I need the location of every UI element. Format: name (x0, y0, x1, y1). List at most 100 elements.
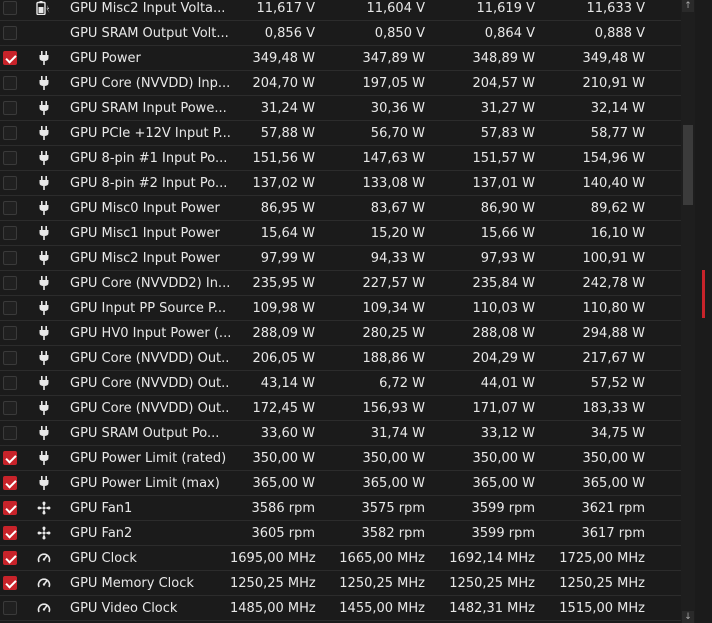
sensor-value-v4: 3617 rpm (581, 525, 645, 541)
row-checkbox-cell[interactable] (0, 526, 34, 540)
table-row[interactable]: GPU SRAM Output Po... 33,60 W 31,74 W 33,12… (0, 421, 695, 446)
sensor-value-v3: 0,864 V (484, 25, 535, 41)
table-row[interactable]: GPU Memory Clock 1250,25 MHz 1250,25 MHz 12… (0, 571, 695, 596)
row-checkbox-cell[interactable] (0, 101, 34, 115)
row-checkbox[interactable] (3, 526, 17, 540)
row-checkbox[interactable] (3, 226, 17, 240)
row-checkbox-cell[interactable] (0, 601, 34, 615)
row-checkbox[interactable] (3, 351, 17, 365)
row-checkbox-cell[interactable] (0, 251, 34, 265)
row-checkbox-cell[interactable] (0, 451, 34, 465)
sensor-value-v3: 288,08 W (472, 325, 535, 341)
table-row[interactable]: GPU 8-pin #2 Input Po... 137,02 W 133,08 W… (0, 171, 695, 196)
vertical-scrollbar[interactable]: ↑ ↓ (681, 0, 695, 623)
row-checkbox[interactable] (3, 476, 17, 490)
row-checkbox[interactable] (3, 101, 17, 115)
row-checkbox-cell[interactable] (0, 126, 34, 140)
row-checkbox[interactable] (3, 276, 17, 290)
sensor-value-v1: 172,45 W (252, 400, 315, 416)
table-row[interactable]: GPU HV0 Input Power (... 288,09 W 280,25 W… (0, 321, 695, 346)
row-checkbox[interactable] (3, 51, 17, 65)
row-checkbox[interactable] (3, 326, 17, 340)
table-row[interactable]: GPU Video Clock 1485,00 MHz 1455,00 MHz 148… (0, 596, 695, 621)
table-row[interactable]: GPU Fan2 3605 rpm 3582 rpm 3599 rpm 3617 rpm (0, 521, 695, 546)
sensor-name: GPU Input PP Source P... (70, 300, 227, 316)
sensor-value-v1: 109,98 W (252, 300, 315, 316)
row-checkbox[interactable] (3, 451, 17, 465)
row-checkbox-cell[interactable] (0, 201, 34, 215)
table-row[interactable]: GPU 8-pin #1 Input Po... 151,56 W 147,63 W… (0, 146, 695, 171)
row-checkbox-cell[interactable] (0, 351, 34, 365)
row-checkbox[interactable] (3, 76, 17, 90)
row-checkbox[interactable] (3, 301, 17, 315)
row-checkbox-cell[interactable] (0, 426, 34, 440)
table-row[interactable]: GPU Misc0 Input Power 86,95 W 83,67 W 86,90… (0, 196, 695, 221)
sensor-value-v2: 280,25 W (362, 325, 425, 341)
row-checkbox[interactable] (3, 551, 17, 565)
row-checkbox[interactable] (3, 401, 17, 415)
fan-icon (32, 501, 56, 515)
table-row[interactable]: GPU Fan1 3586 rpm 3575 rpm 3599 rpm 3621 rpm (0, 496, 695, 521)
sensor-value-v4: 89,62 W (590, 200, 645, 216)
row-checkbox-cell[interactable] (0, 476, 34, 490)
plug-icon (32, 151, 56, 165)
row-checkbox-cell[interactable] (0, 501, 34, 515)
row-checkbox-cell[interactable] (0, 151, 34, 165)
table-row[interactable]: GPU PCIe +12V Input P... 57,88 W 56,70 W 57… (0, 121, 695, 146)
table-row[interactable]: GPU Clock 1695,00 MHz 1665,00 MHz 1692,14 M… (0, 546, 695, 571)
row-checkbox[interactable] (3, 576, 17, 590)
table-row[interactable]: GPU SRAM Input Powe... 31,24 W 30,36 W 31,2… (0, 96, 695, 121)
row-checkbox-cell[interactable] (0, 401, 34, 415)
sensor-value-v1: 206,05 W (252, 350, 315, 366)
plug-icon (32, 101, 56, 115)
row-checkbox-cell[interactable] (0, 376, 34, 390)
gauge-icon (32, 576, 56, 590)
scroll-up-arrow-icon[interactable]: ↑ (682, 0, 694, 12)
row-checkbox[interactable] (3, 126, 17, 140)
row-checkbox[interactable] (3, 251, 17, 265)
row-checkbox[interactable] (3, 201, 17, 215)
row-checkbox-cell[interactable] (0, 576, 34, 590)
table-row[interactable]: GPU Input PP Source P... 109,98 W 109,34 W… (0, 296, 695, 321)
row-checkbox-cell[interactable] (0, 551, 34, 565)
row-checkbox[interactable] (3, 176, 17, 190)
table-row[interactable]: GPU Power Limit (max) 365,00 W 365,00 W 365… (0, 471, 695, 496)
table-row[interactable]: GPU Misc1 Input Power 15,64 W 15,20 W 15,66… (0, 221, 695, 246)
row-checkbox[interactable] (3, 151, 17, 165)
row-checkbox[interactable] (3, 426, 17, 440)
row-checkbox-cell[interactable] (0, 276, 34, 290)
row-checkbox-cell[interactable] (0, 326, 34, 340)
row-checkbox-cell[interactable] (0, 1, 34, 15)
table-row[interactable]: GPU Core (NVVDD) Out... 43,14 W 6,72 W 44,0… (0, 371, 695, 396)
sensor-name: GPU SRAM Output Po... (70, 425, 220, 441)
plug-icon (32, 51, 56, 65)
table-row[interactable]: GPU Core (NVVDD) Out... 206,05 W 188,86 W 2… (0, 346, 695, 371)
table-row[interactable]: GPU Core (NVVDD) Inp... 204,70 W 197,05 W 2… (0, 71, 695, 96)
row-checkbox-cell[interactable] (0, 76, 34, 90)
sensor-value-v2: 1665,00 MHz (339, 550, 425, 566)
row-checkbox-cell[interactable] (0, 301, 34, 315)
sensor-name: GPU 8-pin #2 Input Po... (70, 175, 228, 191)
row-checkbox[interactable] (3, 376, 17, 390)
row-checkbox[interactable] (3, 501, 17, 515)
sensor-name: GPU Core (NVVDD) Out... (70, 400, 230, 416)
table-row[interactable]: GPU Power 349,48 W 347,89 W 348,89 W 349,48 … (0, 46, 695, 71)
scroll-down-arrow-icon[interactable]: ↓ (682, 611, 694, 623)
table-row[interactable]: GPU Misc2 Input Volta... 11,617 V 11,604 V… (0, 0, 695, 21)
sensor-value-v1: 31,24 W (260, 100, 315, 116)
table-row[interactable]: GPU SRAM Output Volt... 0,856 V 0,850 V 0,8… (0, 21, 695, 46)
table-row[interactable]: GPU Core (NVVDD2) In... 235,95 W 227,57 W 2… (0, 271, 695, 296)
row-checkbox-cell[interactable] (0, 51, 34, 65)
table-row[interactable]: GPU Misc2 Input Power 97,99 W 94,33 W 97,93… (0, 246, 695, 271)
row-checkbox[interactable] (3, 26, 17, 40)
scrollbar-thumb[interactable] (683, 125, 693, 205)
table-row[interactable]: GPU Power Limit (rated) 350,00 W 350,00 W 3… (0, 446, 695, 471)
row-checkbox-cell[interactable] (0, 226, 34, 240)
table-row[interactable]: GPU Core (NVVDD) Out... 172,45 W 156,93 W 1… (0, 396, 695, 421)
sensor-name: GPU Clock (70, 550, 137, 566)
row-checkbox[interactable] (3, 601, 17, 615)
row-checkbox-cell[interactable] (0, 176, 34, 190)
row-checkbox-cell[interactable] (0, 26, 34, 40)
sensor-value-v1: 137,02 W (252, 175, 315, 191)
row-checkbox[interactable] (3, 1, 17, 15)
